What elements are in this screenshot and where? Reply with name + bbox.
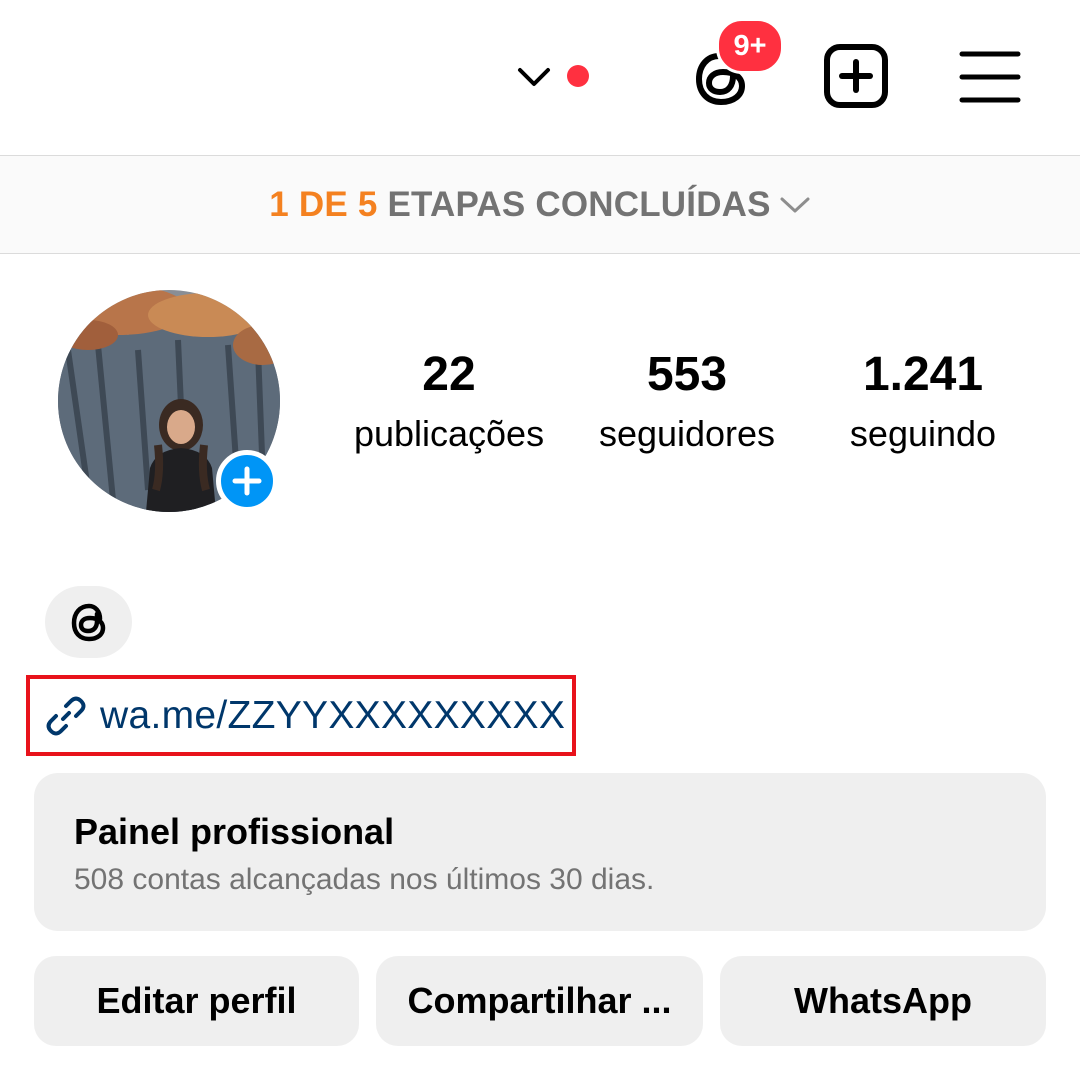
stat-value: 22: [422, 348, 476, 401]
posts-count[interactable]: 22 publicações: [339, 345, 559, 463]
onboarding-steps-banner[interactable]: 1 DE 5 ETAPAS CONCLUÍDAS: [0, 156, 1080, 253]
notification-dot: [567, 65, 589, 87]
dashboard-subtitle: 508 contas alcançadas nos últimos 30 dia…: [74, 863, 655, 896]
threads-notification-badge: 9+: [716, 18, 784, 74]
followers-count[interactable]: 553 seguidores: [577, 345, 797, 463]
profile-link[interactable]: wa.me/ZZYYXXXXXXXXX: [44, 690, 565, 742]
steps-completed: 1 DE 5: [269, 184, 378, 224]
divider: [0, 253, 1080, 254]
stat-value: 1.241: [862, 348, 984, 401]
professional-dashboard-card[interactable]: Painel profissional 508 contas alcançada…: [34, 773, 1046, 931]
stat-label: publicações: [353, 413, 545, 454]
chevron-down-icon: [780, 197, 810, 212]
threads-icon: [71, 603, 106, 642]
profile-screen: 9+ 1 DE 5 ETAPAS CONCLUÍDAS 22 publicaçõ…: [0, 0, 1080, 1073]
dashboard-title: Painel profissional: [74, 811, 395, 852]
stat-label: seguindo: [849, 413, 997, 454]
steps-label: ETAPAS CONCLUÍDAS: [387, 184, 771, 224]
hamburger-menu-icon: [959, 51, 1021, 103]
top-bar: 9+: [0, 0, 1080, 155]
stat-label: seguidores: [598, 413, 776, 454]
following-count[interactable]: 1.241 seguindo: [813, 345, 1033, 463]
threads-profile-chip[interactable]: [45, 586, 132, 658]
create-button[interactable]: [822, 42, 890, 110]
account-switch-button[interactable]: [512, 60, 556, 94]
whatsapp-button[interactable]: WhatsApp: [720, 956, 1046, 1046]
link-icon: [46, 696, 86, 736]
edit-profile-button[interactable]: Editar perfil: [34, 956, 359, 1046]
link-text: wa.me/ZZYYXXXXXXXXX: [100, 694, 566, 737]
chevron-down-icon: [518, 68, 550, 86]
plus-square-icon: [824, 44, 888, 108]
stat-value: 553: [646, 348, 728, 401]
plus-icon: [232, 466, 262, 496]
add-story-button[interactable]: [216, 450, 278, 512]
menu-button[interactable]: [958, 48, 1022, 106]
share-profile-button[interactable]: Compartilhar ...: [376, 956, 703, 1046]
